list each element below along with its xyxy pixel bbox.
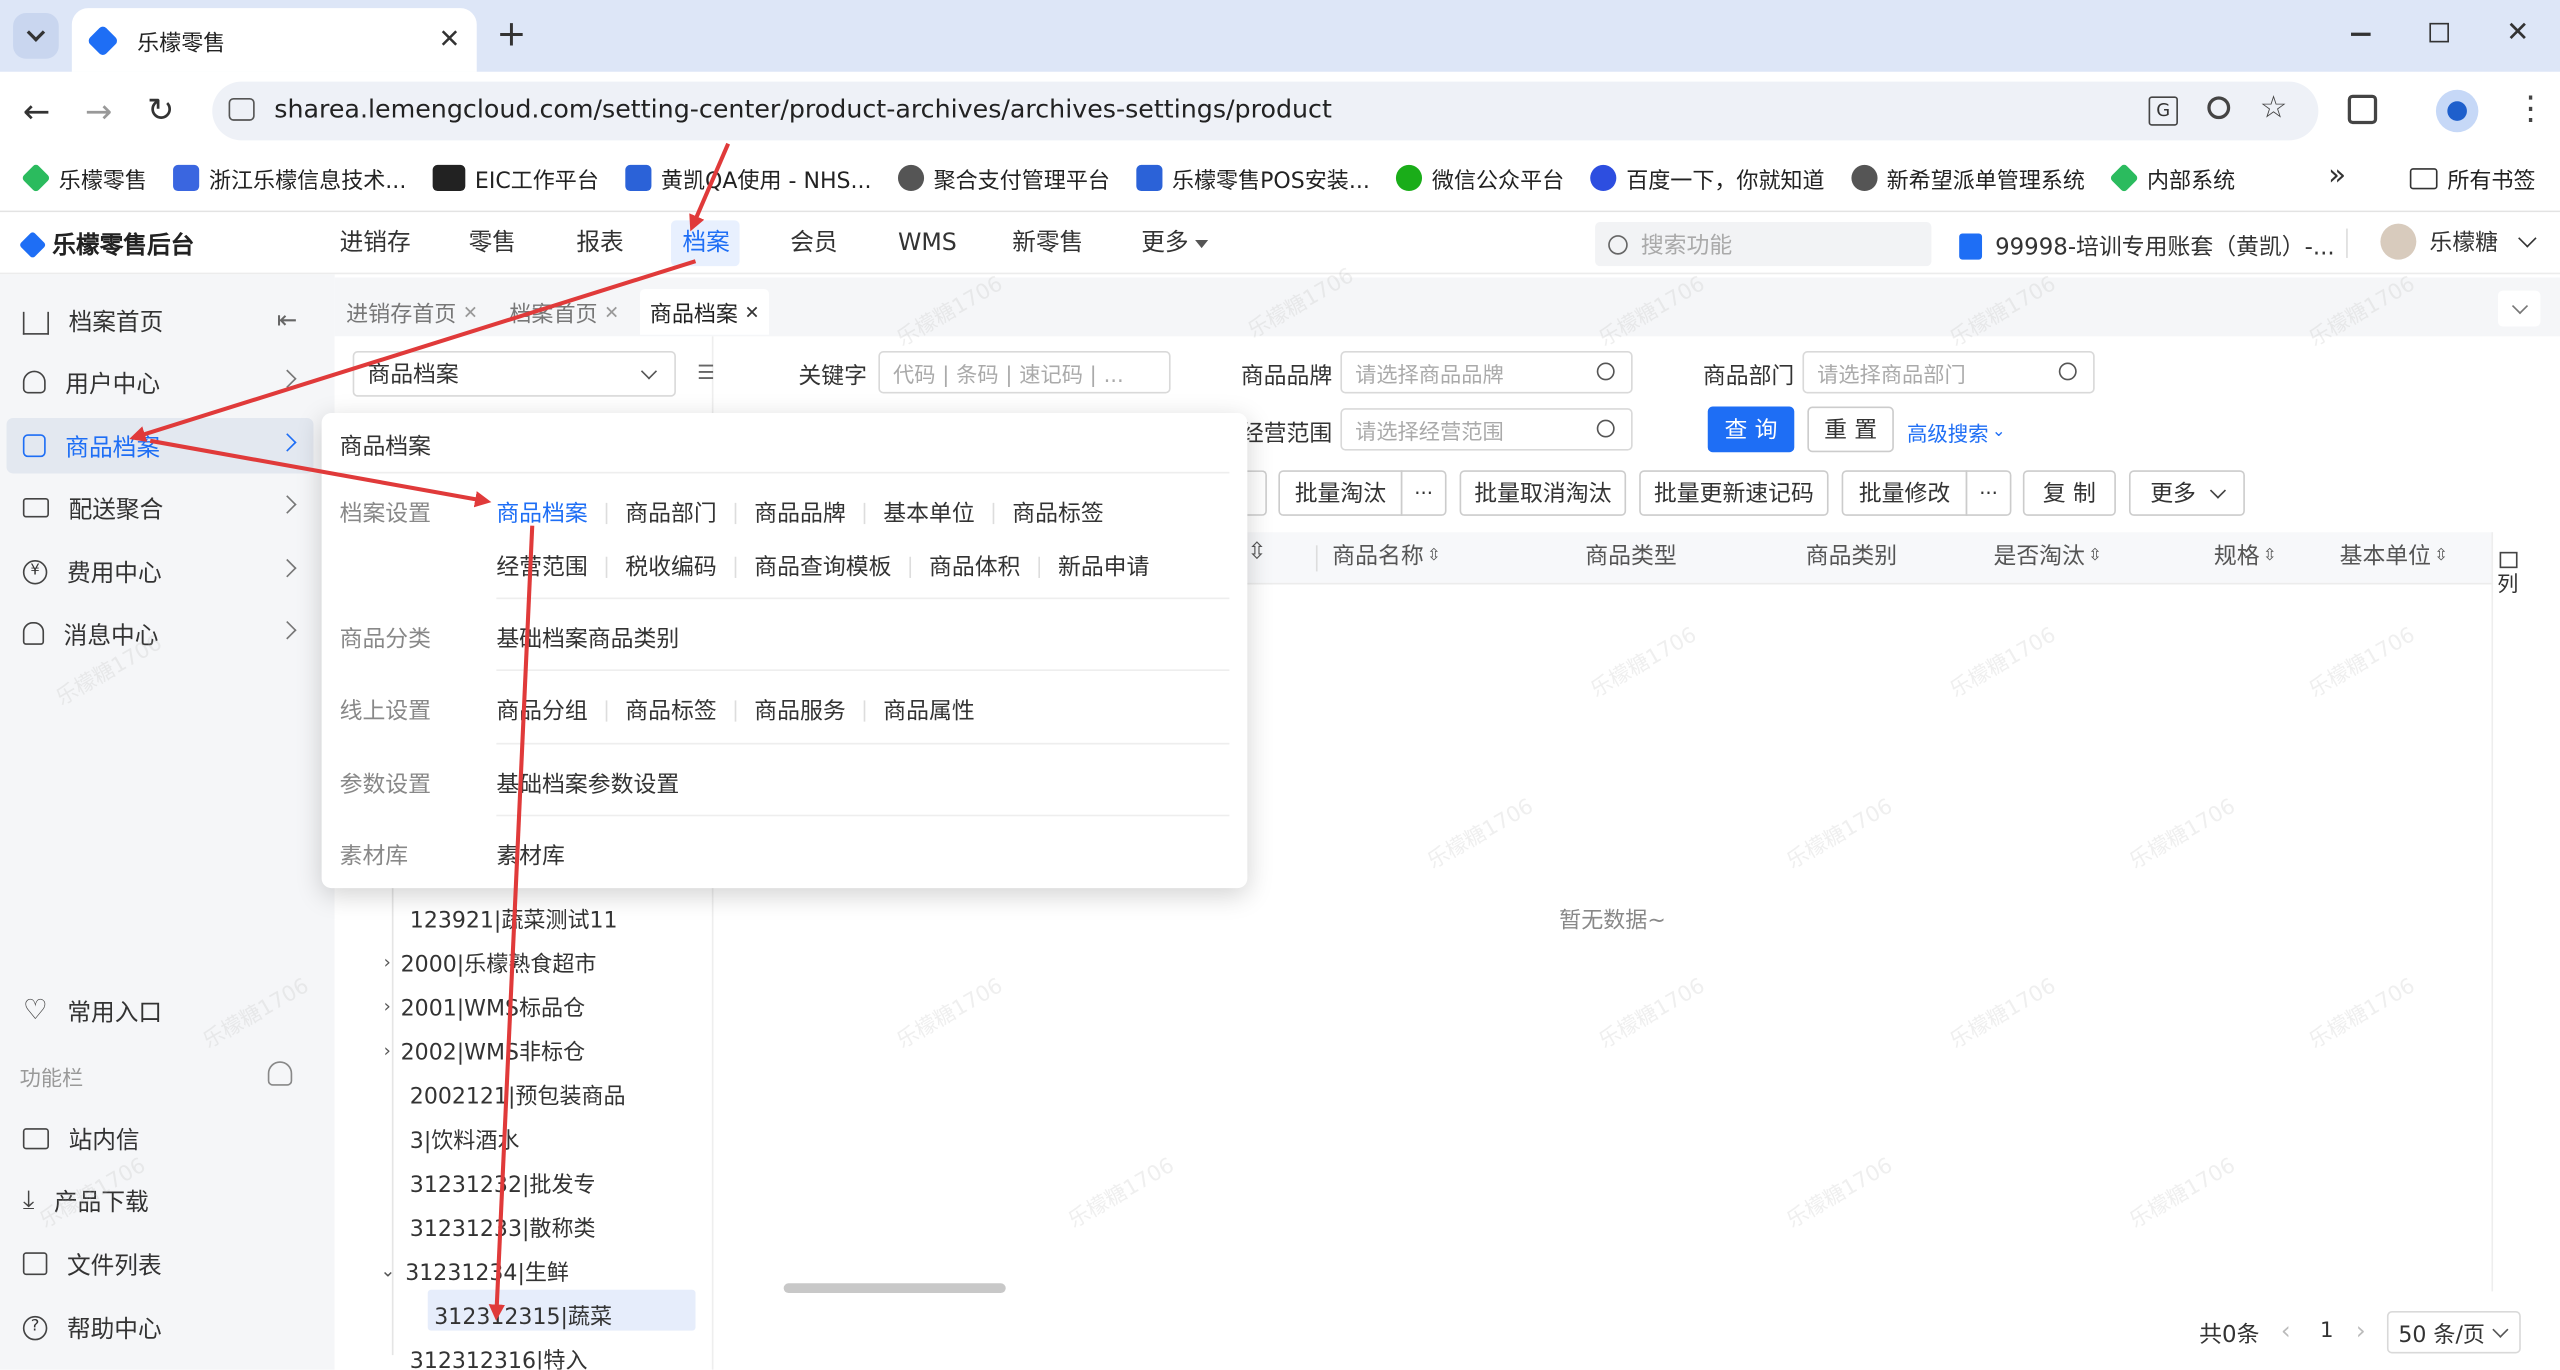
annotation-arrows [129, 142, 731, 1321]
annotation-arrow [488, 525, 535, 1321]
annotation-arrow [129, 259, 697, 442]
annotation-arrow [689, 142, 731, 232]
annotation-arrow [149, 438, 492, 508]
